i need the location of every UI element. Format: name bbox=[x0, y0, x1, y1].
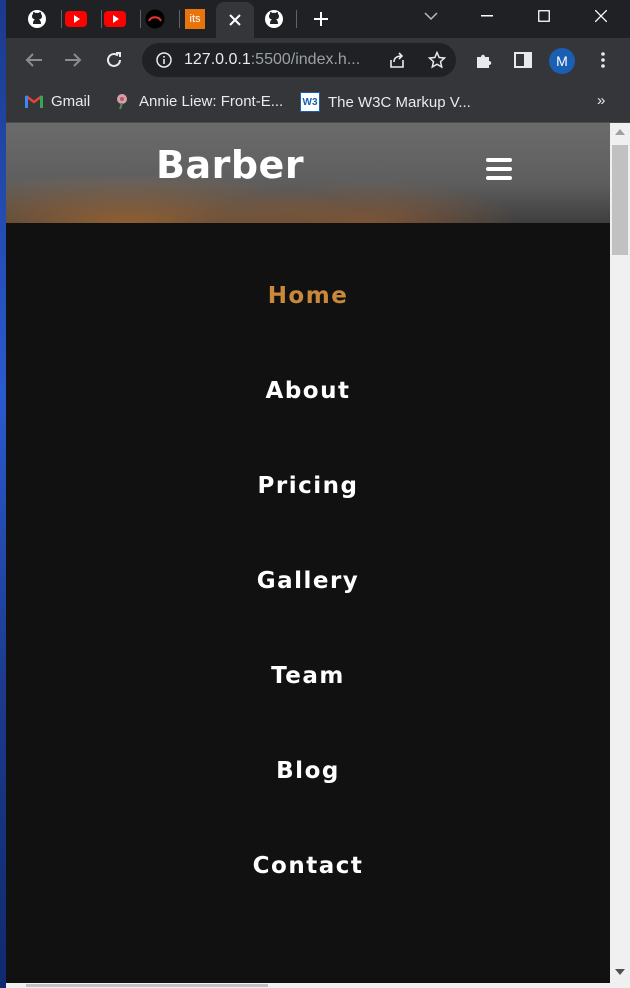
site-logo-text[interactable]: Barber bbox=[156, 143, 304, 187]
tab-youtube-2[interactable] bbox=[96, 4, 134, 34]
nav-link-home[interactable]: Home bbox=[6, 283, 610, 309]
browser-window: its 127.0.0.1:5500/index.h... M Gmail An… bbox=[6, 0, 630, 988]
tab-active[interactable] bbox=[216, 2, 254, 38]
tab-github-2[interactable] bbox=[255, 4, 293, 34]
bookmark-gmail[interactable]: Gmail bbox=[25, 92, 90, 110]
nav-link-pricing[interactable]: Pricing bbox=[6, 473, 610, 499]
kebab-menu-icon bbox=[601, 52, 605, 68]
rose-icon bbox=[113, 92, 131, 110]
youtube-icon bbox=[65, 11, 87, 27]
star-icon[interactable] bbox=[428, 51, 446, 69]
site-header: Barber bbox=[6, 123, 610, 223]
browser-toolbar: 127.0.0.1:5500/index.h... M bbox=[6, 38, 630, 82]
back-button[interactable] bbox=[22, 48, 46, 72]
horizontal-scrollbar[interactable] bbox=[6, 983, 630, 988]
new-tab-button[interactable] bbox=[302, 4, 340, 34]
github-icon bbox=[265, 10, 283, 28]
minimize-icon bbox=[481, 15, 493, 17]
arrow-left-icon bbox=[25, 53, 42, 67]
minimize-button[interactable] bbox=[464, 0, 510, 32]
plus-icon bbox=[314, 12, 328, 26]
nav-link-team[interactable]: Team bbox=[6, 663, 610, 689]
bookmarks-bar: Gmail Annie Liew: Front-E... W3 The W3C … bbox=[6, 82, 630, 123]
maximize-button[interactable] bbox=[521, 0, 567, 32]
github-icon bbox=[28, 10, 46, 28]
scroll-down-icon[interactable] bbox=[615, 968, 625, 976]
side-panel-button[interactable] bbox=[511, 48, 535, 72]
maximize-icon bbox=[538, 10, 550, 22]
tab-youtube-1[interactable] bbox=[57, 4, 95, 34]
profile-avatar[interactable]: M bbox=[549, 48, 575, 74]
horizontal-scrollbar-thumb[interactable] bbox=[26, 984, 268, 987]
bookmark-w3c[interactable]: W3 The W3C Markup V... bbox=[300, 92, 471, 112]
bookmark-annie-liew[interactable]: Annie Liew: Front-E... bbox=[113, 92, 283, 110]
close-window-button[interactable] bbox=[578, 0, 624, 32]
its-icon: its bbox=[185, 9, 205, 29]
puzzle-icon bbox=[477, 54, 492, 68]
url-text: 127.0.0.1:5500/index.h... bbox=[184, 51, 361, 68]
bookmarks-overflow-button[interactable]: » bbox=[597, 92, 605, 109]
tab-github[interactable] bbox=[18, 4, 56, 34]
reload-icon bbox=[107, 52, 121, 67]
info-icon bbox=[156, 52, 172, 68]
nav-link-contact[interactable]: Contact bbox=[6, 853, 610, 879]
tab-its[interactable]: its bbox=[176, 4, 214, 34]
hamburger-menu-icon[interactable] bbox=[486, 158, 512, 180]
tab-strip: its bbox=[6, 0, 630, 38]
arrow-right-icon bbox=[65, 53, 82, 67]
nav-link-blog[interactable]: Blog bbox=[6, 758, 610, 784]
youtube-icon bbox=[104, 11, 126, 27]
reload-button[interactable] bbox=[102, 48, 126, 72]
gmail-icon bbox=[25, 92, 43, 110]
site-logo-icon bbox=[145, 9, 165, 29]
share-icon[interactable] bbox=[388, 51, 406, 69]
tab-search-button[interactable] bbox=[408, 0, 454, 32]
nav-link-about[interactable]: About bbox=[6, 378, 610, 404]
menu-button[interactable] bbox=[591, 48, 615, 72]
scrollbar-thumb[interactable] bbox=[612, 145, 628, 255]
w3c-icon: W3 bbox=[300, 92, 320, 112]
close-icon[interactable] bbox=[228, 13, 242, 27]
tab-site[interactable] bbox=[136, 4, 174, 34]
page-viewport: Barber Home About Pricing Gallery Team B… bbox=[6, 123, 610, 983]
forward-button[interactable] bbox=[61, 48, 85, 72]
vertical-scrollbar[interactable] bbox=[610, 123, 630, 983]
close-icon bbox=[595, 10, 607, 22]
chevron-down-icon bbox=[424, 12, 438, 21]
address-bar[interactable]: 127.0.0.1:5500/index.h... bbox=[142, 43, 456, 77]
nav-link-gallery[interactable]: Gallery bbox=[6, 568, 610, 594]
side-panel-icon bbox=[514, 52, 532, 68]
extensions-button[interactable] bbox=[472, 48, 496, 72]
scroll-up-icon[interactable] bbox=[615, 128, 625, 136]
